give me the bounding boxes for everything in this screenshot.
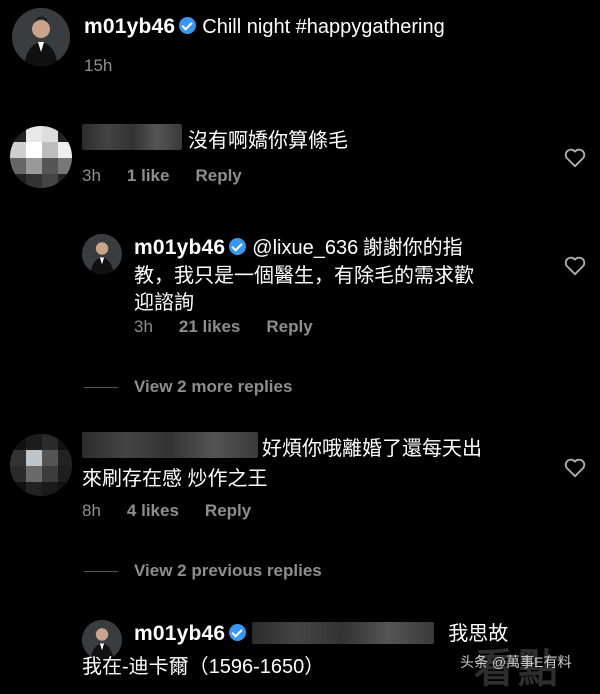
reply-text-line1: 謝謝你的指 — [362, 237, 463, 259]
reply-button[interactable]: Reply — [195, 166, 241, 185]
comment-likes[interactable]: 4 likes — [127, 501, 179, 520]
reply-meta: 3h 21 likes Reply — [134, 317, 339, 337]
post-caption: Chill night #happygathering — [202, 16, 445, 38]
heart-outline-icon[interactable] — [564, 458, 586, 478]
comment-text: 沒有啊嬌你算條毛 — [188, 130, 348, 152]
commenter-avatar-redacted[interactable] — [10, 126, 72, 188]
watermark-text: 头条 @萬事E有料 — [460, 654, 572, 670]
post-username[interactable]: m01yb46 — [84, 15, 175, 38]
reply-text-block: m01yb46 @lixue_636 謝謝你的指 教，我只是一個醫生，有除毛的需求… — [134, 234, 544, 317]
post-time: 15h — [84, 56, 138, 76]
reply-username[interactable]: m01yb46 — [134, 622, 225, 645]
verified-badge-icon — [229, 238, 247, 255]
redacted-mention — [252, 622, 435, 644]
comment-time: 8h — [82, 501, 101, 520]
comment-text-line2: 來刷存在感 炒作之王 — [82, 468, 268, 490]
view-more-replies-button[interactable]: View 2 more replies — [134, 377, 292, 397]
reply-text-line2: 教，我只是一個醫生，有除毛的需求歡 — [134, 265, 474, 287]
comment-meta: 8h 4 likes Reply — [82, 501, 277, 521]
person-avatar-icon — [82, 234, 122, 274]
reply-text-line2: 我在-迪卡爾（1596-1650） — [82, 656, 325, 678]
commenter-avatar-redacted[interactable] — [10, 434, 72, 496]
reply-button[interactable]: Reply — [266, 317, 312, 336]
reply-button[interactable]: Reply — [205, 501, 251, 520]
reply-likes[interactable]: 21 likes — [179, 317, 240, 336]
view-previous-replies-button[interactable]: View 2 previous replies — [134, 561, 322, 581]
verified-badge-icon — [179, 17, 197, 34]
heart-outline-icon[interactable] — [564, 256, 586, 276]
heart-outline-icon[interactable] — [564, 148, 586, 168]
comment-text-line1: 好煩你哦離婚了還每天出 — [262, 438, 482, 460]
replies-divider — [84, 571, 118, 572]
comment-time: 3h — [82, 166, 101, 185]
comment-meta: 3h 1 like Reply — [82, 166, 268, 186]
verified-badge-icon — [229, 624, 247, 641]
comment-text-block: 好煩你哦離婚了還每天出 來刷存在感 炒作之王 — [82, 434, 522, 494]
reply-author-avatar[interactable] — [82, 234, 122, 274]
post-time-text: 15h — [84, 56, 113, 75]
redacted-username — [82, 124, 182, 150]
post-author-avatar[interactable] — [12, 8, 70, 66]
reply-mention[interactable]: @lixue_636 — [252, 237, 358, 259]
replies-divider — [84, 387, 118, 388]
reply-text-line3: 迎諮詢 — [134, 292, 194, 314]
post-header-line: m01yb46 Chill night #happygathering — [84, 15, 445, 39]
reply-username[interactable]: m01yb46 — [134, 236, 225, 259]
comment-likes[interactable]: 1 like — [127, 166, 170, 185]
person-avatar-icon — [12, 8, 70, 66]
reply-time: 3h — [134, 317, 153, 336]
